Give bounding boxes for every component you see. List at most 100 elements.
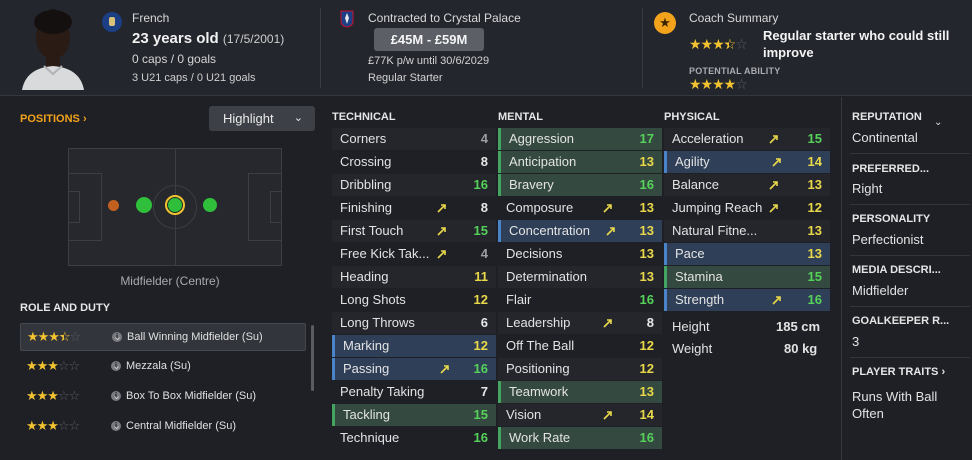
- trend-arrow-icon: [605, 225, 617, 237]
- mental-attribute-row[interactable]: Positioning 12: [498, 358, 662, 380]
- position-dot-mc-selected[interactable]: [165, 195, 185, 215]
- attribute-name: Flair: [506, 292, 532, 307]
- attribute-value: 16: [639, 292, 654, 307]
- position-dot-dm[interactable]: [136, 197, 152, 213]
- attribute-value: 17: [639, 131, 654, 146]
- attribute-name: Penalty Taking: [340, 384, 425, 399]
- attribute-name: Decisions: [506, 246, 563, 261]
- attribute-name: Long Shots: [340, 292, 406, 307]
- technical-attribute-row[interactable]: Penalty Taking 7: [332, 381, 496, 403]
- mental-attribute-row[interactable]: Decisions 13: [498, 243, 662, 265]
- media-description-value: Midfielder: [852, 283, 909, 298]
- physical-attribute-row[interactable]: Balance 13: [664, 174, 830, 196]
- squad-status: Regular Starter: [368, 72, 443, 84]
- technical-attribute-row[interactable]: Passing 16: [332, 358, 496, 380]
- left-goal-box: [68, 191, 80, 223]
- technical-attribute-row[interactable]: Long Shots 12: [332, 289, 496, 311]
- attribute-value: 8: [480, 200, 488, 215]
- physical-attribute-row[interactable]: Stamina 15: [664, 266, 830, 288]
- mental-attribute-row[interactable]: Bravery 16: [498, 174, 662, 196]
- chevron-down-icon[interactable]: ⌄: [112, 359, 300, 372]
- trend-arrow-icon: [602, 202, 614, 214]
- player-traits-value: Runs With Ball Often: [852, 389, 938, 421]
- crystal-palace-badge-icon: [340, 10, 354, 28]
- height-value: 185 cm: [776, 319, 821, 334]
- technical-attribute-row[interactable]: Heading 11: [332, 266, 496, 288]
- age-text: 23 years old: [132, 30, 219, 47]
- physical-attribute-row[interactable]: Natural Fitne... 13: [664, 220, 830, 242]
- attribute-value: 13: [807, 177, 822, 192]
- mental-attribute-row[interactable]: Aggression 17: [498, 128, 662, 150]
- attribute-name: Corners: [340, 131, 387, 146]
- goalkeeper-rating-label: GOALKEEPER R...: [852, 315, 950, 327]
- chevron-down-icon[interactable]: ⌄: [112, 419, 300, 432]
- physical-attribute-row[interactable]: Strength 16: [664, 289, 830, 311]
- mental-attribute-row[interactable]: Vision 14: [498, 404, 662, 426]
- technical-attribute-row[interactable]: First Touch 15: [332, 220, 496, 242]
- physical-title: PHYSICAL: [664, 111, 720, 123]
- technical-attribute-row[interactable]: Long Throws 6: [332, 312, 496, 334]
- attribute-name: Anticipation: [509, 154, 577, 169]
- position-pitch: [68, 148, 282, 266]
- technical-title: TECHNICAL: [332, 111, 396, 123]
- contract-info[interactable]: Contracted to Crystal Palace: [368, 11, 521, 25]
- physical-attribute-row[interactable]: Acceleration 15: [664, 128, 830, 150]
- technical-attribute-row[interactable]: Corners 4: [332, 128, 496, 150]
- u21-caps-goals: 3 U21 caps / 0 U21 goals: [132, 72, 256, 84]
- position-name: Midfielder (Centre): [120, 274, 220, 288]
- chevron-down-icon[interactable]: ⌄: [112, 389, 300, 402]
- attribute-value: 13: [639, 269, 654, 284]
- physical-attribute-row[interactable]: Pace 13: [664, 243, 830, 265]
- mental-attribute-row[interactable]: Teamwork 13: [498, 381, 662, 403]
- player-header: French 23 years old (17/5/2001) 0 caps /…: [0, 0, 972, 96]
- physical-attribute-row[interactable]: Jumping Reach 12: [664, 197, 830, 219]
- physical-attribute-row[interactable]: Agility 14: [664, 151, 830, 173]
- mental-attribute-row[interactable]: Work Rate 16: [498, 427, 662, 449]
- technical-attribute-row[interactable]: Marking 12: [332, 335, 496, 357]
- technical-attribute-row[interactable]: Finishing 8: [332, 197, 496, 219]
- mental-attribute-row[interactable]: Leadership 8: [498, 312, 662, 334]
- player-traits-label[interactable]: PLAYER TRAITS ›: [852, 366, 945, 378]
- role-stars: ★★★☆★☆: [27, 329, 81, 344]
- mental-attribute-row[interactable]: Off The Ball 12: [498, 335, 662, 357]
- chevron-down-icon[interactable]: ⌄: [113, 330, 299, 343]
- highlight-dropdown[interactable]: Highlight ⌄: [209, 106, 315, 131]
- role-row[interactable]: ★★★☆★☆ i Ball Winning Midfielder (Su) ⌄: [20, 323, 306, 351]
- roles-scrollbar[interactable]: [311, 325, 314, 391]
- trend-arrow-icon: [768, 133, 780, 145]
- technical-attribute-row[interactable]: Tackling 15: [332, 404, 496, 426]
- position-dot-am[interactable]: [203, 198, 217, 212]
- attribute-name: Positioning: [506, 361, 570, 376]
- attribute-value: 12: [473, 338, 488, 353]
- positions-link[interactable]: POSITIONS ›: [20, 113, 87, 125]
- mental-attribute-row[interactable]: Anticipation 13: [498, 151, 662, 173]
- france-flag-icon: [102, 12, 122, 32]
- trend-arrow-icon: [771, 294, 783, 306]
- technical-attribute-row[interactable]: Crossing 8: [332, 151, 496, 173]
- attribute-value: 13: [639, 223, 654, 238]
- role-row[interactable]: ★★★☆☆ i Mezzala (Su) ⌄: [20, 353, 306, 381]
- trend-arrow-icon: [602, 317, 614, 329]
- attribute-name: Heading: [340, 269, 389, 284]
- role-row[interactable]: ★★★☆☆ i Box To Box Midfielder (Su) ⌄: [20, 383, 306, 411]
- mental-attribute-row[interactable]: Composure 13: [498, 197, 662, 219]
- divider: [850, 255, 970, 256]
- mental-attribute-row[interactable]: Determination 13: [498, 266, 662, 288]
- technical-attribute-row[interactable]: Technique 16: [332, 427, 496, 449]
- mental-attribute-row[interactable]: Flair 16: [498, 289, 662, 311]
- player-portrait: [18, 8, 88, 90]
- role-row[interactable]: ★★★☆☆ i Central Midfielder (Su) ⌄: [20, 413, 306, 441]
- preferred-foot-label: PREFERRED...: [852, 163, 930, 175]
- chevron-down-icon[interactable]: ⌄: [934, 117, 942, 128]
- position-dot-unconvincing[interactable]: [108, 200, 119, 211]
- media-description-label: MEDIA DESCRI...: [852, 264, 941, 276]
- attribute-value: 15: [807, 269, 822, 284]
- trend-arrow-icon: [771, 156, 783, 168]
- mental-attribute-row[interactable]: Concentration 13: [498, 220, 662, 242]
- technical-attribute-row[interactable]: Free Kick Tak... 4: [332, 243, 496, 265]
- technical-attribute-row[interactable]: Dribbling 16: [332, 174, 496, 196]
- chevron-down-icon: ⌄: [293, 112, 303, 124]
- attribute-value: 11: [474, 269, 488, 284]
- personality-label: PERSONALITY: [852, 213, 931, 225]
- attribute-value: 16: [639, 430, 654, 445]
